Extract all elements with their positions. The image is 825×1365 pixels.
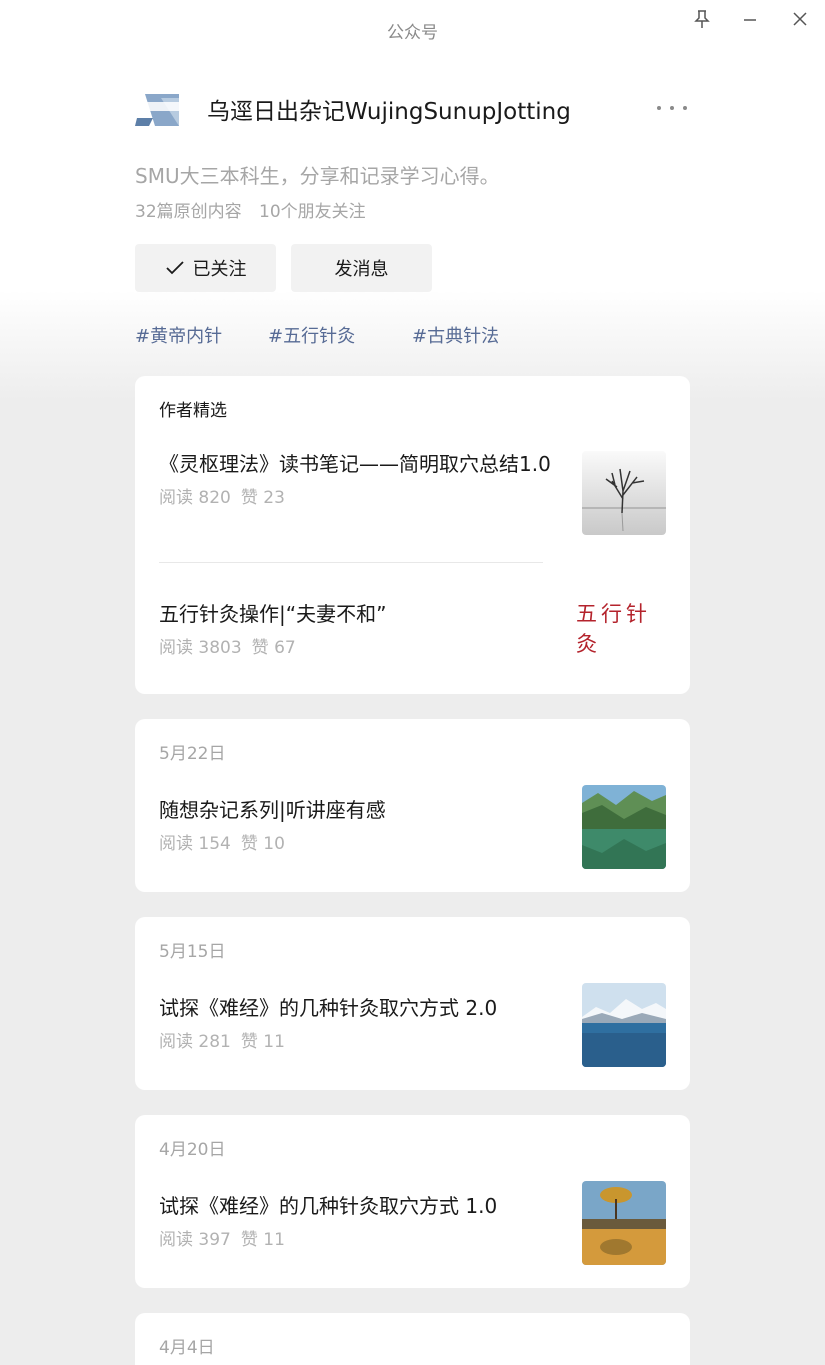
article-thumbnail bbox=[582, 451, 666, 535]
send-message-button[interactable]: 发消息 bbox=[291, 244, 432, 292]
article-thumbnail bbox=[582, 983, 666, 1067]
article-date: 4月4日 bbox=[159, 1338, 215, 1358]
read-count: 阅读 3803 bbox=[159, 638, 242, 658]
featured-card: 作者精选 《灵枢理法》读书笔记——简明取穴总结1.0 阅读 820 赞 23 五行… bbox=[135, 376, 690, 694]
tag-item[interactable]: #黄帝内针 bbox=[135, 322, 222, 348]
article-thumbnail bbox=[582, 1181, 666, 1265]
article-date: 5月22日 bbox=[159, 744, 226, 764]
account-stats: 32篇原创内容 10个朋友关注 bbox=[135, 197, 366, 222]
read-count: 阅读 397 bbox=[159, 1230, 231, 1250]
article-thumbnail bbox=[582, 785, 666, 869]
article-title: 《灵枢理法》读书笔记——简明取穴总结1.0 bbox=[159, 452, 551, 476]
article-item[interactable]: 五行针灸操作|“夫妻不和” 阅读 3803 赞 67 五行针灸 bbox=[159, 600, 666, 658]
article-item[interactable]: 试探《难经》的几种针灸取穴方式 2.0 阅读 281 赞 11 bbox=[159, 983, 666, 1067]
title-bar: 公众号 bbox=[0, 0, 825, 56]
tag-item[interactable]: #古典针法 bbox=[412, 322, 499, 348]
read-count: 阅读 820 bbox=[159, 488, 231, 508]
article-title: 试探《难经》的几种针灸取穴方式 1.0 bbox=[159, 1194, 498, 1218]
read-count: 阅读 281 bbox=[159, 1032, 231, 1052]
article-item[interactable]: 《灵枢理法》读书笔记——简明取穴总结1.0 阅读 820 赞 23 bbox=[159, 450, 666, 535]
article-card: 5月15日 试探《难经》的几种针灸取穴方式 2.0 阅读 281 赞 11 bbox=[135, 917, 690, 1090]
like-count: 赞 11 bbox=[240, 1230, 285, 1250]
avatar[interactable] bbox=[135, 88, 183, 128]
account-name: 乌逕日出杂记WujingSunupJotting bbox=[207, 99, 571, 125]
article-title: 五行针灸操作|“夫妻不和” bbox=[159, 602, 387, 626]
article-item[interactable]: 试探《难经》的几种针灸取穴方式 1.0 阅读 397 赞 11 bbox=[159, 1181, 666, 1265]
article-title: 试探《难经》的几种针灸取穴方式 2.0 bbox=[159, 996, 498, 1020]
close-icon[interactable] bbox=[786, 8, 814, 30]
original-count: 32篇原创内容 bbox=[135, 202, 242, 222]
like-count: 赞 11 bbox=[240, 1032, 285, 1052]
like-count: 赞 10 bbox=[240, 834, 285, 854]
following-button[interactable]: 已关注 bbox=[135, 244, 276, 292]
read-count: 阅读 154 bbox=[159, 834, 231, 854]
like-count: 赞 67 bbox=[251, 638, 296, 658]
featured-heading: 作者精选 bbox=[159, 401, 227, 421]
pin-icon[interactable] bbox=[688, 8, 716, 30]
account-bio: SMU大三本科生，分享和记录学习心得。 bbox=[135, 164, 500, 188]
article-thumbnail-logo: 五行针灸 bbox=[576, 602, 651, 656]
divider bbox=[159, 562, 543, 563]
tag-item[interactable]: #五行针灸 bbox=[268, 322, 355, 348]
more-options-icon[interactable] bbox=[657, 100, 687, 116]
following-label: 已关注 bbox=[192, 259, 247, 280]
like-count: 赞 23 bbox=[240, 488, 285, 508]
article-card: 5月22日 随想杂记系列|听讲座有感 阅读 154 赞 10 bbox=[135, 719, 690, 892]
minimize-icon[interactable] bbox=[736, 8, 764, 30]
article-date: 5月15日 bbox=[159, 942, 226, 962]
article-title: 随想杂记系列|听讲座有感 bbox=[159, 798, 386, 822]
article-card: 4月4日 bbox=[135, 1313, 690, 1365]
check-icon bbox=[165, 261, 184, 275]
article-item[interactable]: 随想杂记系列|听讲座有感 阅读 154 赞 10 bbox=[159, 785, 666, 869]
article-card: 4月20日 试探《难经》的几种针灸取穴方式 1.0 阅读 397 赞 11 bbox=[135, 1115, 690, 1288]
friends-following[interactable]: 10个朋友关注 bbox=[259, 202, 366, 222]
article-date: 4月20日 bbox=[159, 1140, 226, 1160]
message-label: 发消息 bbox=[334, 259, 389, 280]
